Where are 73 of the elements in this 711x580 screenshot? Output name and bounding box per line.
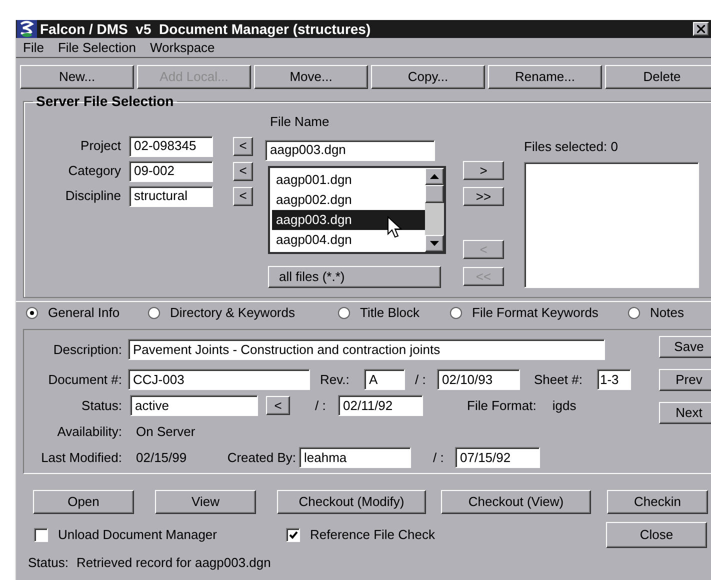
- action-button[interactable]: View: [155, 490, 256, 514]
- last-modified-value: 02/15/99: [136, 448, 188, 467]
- document-field[interactable]: CCJ-003: [128, 369, 310, 390]
- input-field[interactable]: structural: [129, 186, 213, 206]
- field-label: Discipline: [64, 187, 121, 206]
- close-dialog-button[interactable]: Close: [606, 522, 707, 548]
- menu-item[interactable]: Workspace: [150, 38, 215, 58]
- nav-button[interactable]: Prev: [659, 369, 711, 391]
- status-label: Status:: [28, 554, 68, 572]
- input-field[interactable]: 02-098345: [129, 136, 213, 156]
- checkbox-label: Unload Document Manager: [58, 526, 217, 544]
- field-label: Document #:: [47, 370, 122, 389]
- field-label: Description:: [52, 340, 122, 359]
- status-field[interactable]: active: [130, 395, 258, 416]
- field-label: Last Modified:: [40, 448, 122, 467]
- file-format-value: igds: [552, 396, 576, 415]
- action-button[interactable]: Open: [33, 490, 134, 514]
- pick-button[interactable]: <: [233, 186, 253, 206]
- field-label: / :: [315, 396, 327, 415]
- pick-button[interactable]: <: [266, 396, 290, 415]
- file-list-item[interactable]: aagp001.dgn: [272, 170, 425, 190]
- file-name-field[interactable]: aagp003.dgn: [265, 140, 435, 160]
- date-field[interactable]: 07/15/92: [455, 447, 540, 468]
- file-list-item[interactable]: aagp002.dgn: [272, 190, 425, 210]
- field-label: / :: [415, 370, 427, 389]
- file-list-item[interactable]: aagp004.dgn: [272, 230, 425, 250]
- toolbar-button[interactable]: New...: [20, 65, 134, 89]
- radio-label[interactable]: File Format Keywords: [472, 302, 598, 322]
- sheet-field[interactable]: 1-3: [597, 369, 631, 390]
- all-files-button[interactable]: all files (*.*): [268, 266, 441, 288]
- file-list[interactable]: aagp001.dgn aagp002.dgn aagp003.dgn aagp004.dgn: [268, 166, 446, 254]
- field-label: Project: [80, 137, 121, 156]
- menu-item[interactable]: File Selection: [58, 38, 136, 58]
- toolbar-button[interactable]: Move...: [254, 65, 368, 89]
- nav-button[interactable]: Save: [659, 336, 711, 358]
- field-label: Category: [67, 162, 121, 180]
- transfer-button[interactable]: >: [463, 161, 504, 180]
- group-title: Server File Selection: [35, 92, 175, 111]
- field-label: Sheet #:: [534, 370, 584, 389]
- window-title: Falcon / DMS v5 Document Manager (structures): [40, 20, 371, 39]
- toolbar-button[interactable]: Delete: [605, 65, 711, 89]
- created-by-field[interactable]: leahma: [299, 447, 411, 468]
- date-field[interactable]: 02/10/93: [437, 369, 520, 390]
- pick-button[interactable]: <: [233, 136, 253, 156]
- field-label: Rev.:: [320, 370, 350, 389]
- description-field[interactable]: Pavement Joints - Construction and contraction joints: [128, 339, 605, 360]
- status-text: Retrieved record for aagp003.dgn: [76, 554, 271, 572]
- availability-value: On Server: [136, 422, 196, 441]
- action-button[interactable]: Checkout (Modify): [277, 490, 426, 514]
- toolbar-button[interactable]: Copy...: [371, 65, 485, 89]
- date-field[interactable]: 02/11/92: [338, 395, 423, 416]
- menu-item[interactable]: File: [23, 38, 44, 58]
- radio-label[interactable]: Notes: [650, 302, 684, 322]
- field-label: Created By:: [226, 448, 296, 467]
- pick-button[interactable]: <: [233, 162, 253, 180]
- radio-label[interactable]: Title Block: [360, 302, 420, 322]
- action-button[interactable]: Checkin: [607, 490, 708, 514]
- field-label: Status:: [80, 396, 122, 415]
- toolbar-button[interactable]: Rename...: [488, 65, 602, 89]
- input-field[interactable]: 09-002: [129, 160, 213, 182]
- rev-field[interactable]: A: [364, 369, 405, 390]
- files-selected-label: Files selected: 0: [524, 138, 619, 156]
- file-list-item[interactable]: aagp003.dgn: [272, 210, 425, 230]
- radio-label[interactable]: Directory & Keywords: [170, 302, 295, 322]
- field-label: Availability:: [56, 422, 122, 441]
- field-label: File Format:: [467, 396, 536, 415]
- field-label: / :: [433, 448, 445, 467]
- radio-label[interactable]: General Info: [48, 302, 120, 322]
- checkbox-label: Reference File Check: [310, 526, 435, 544]
- nav-button[interactable]: Next: [659, 402, 711, 424]
- action-button[interactable]: Checkout (View): [441, 490, 591, 514]
- file-name-label: File Name: [270, 113, 330, 131]
- transfer-button[interactable]: >>: [463, 187, 504, 206]
